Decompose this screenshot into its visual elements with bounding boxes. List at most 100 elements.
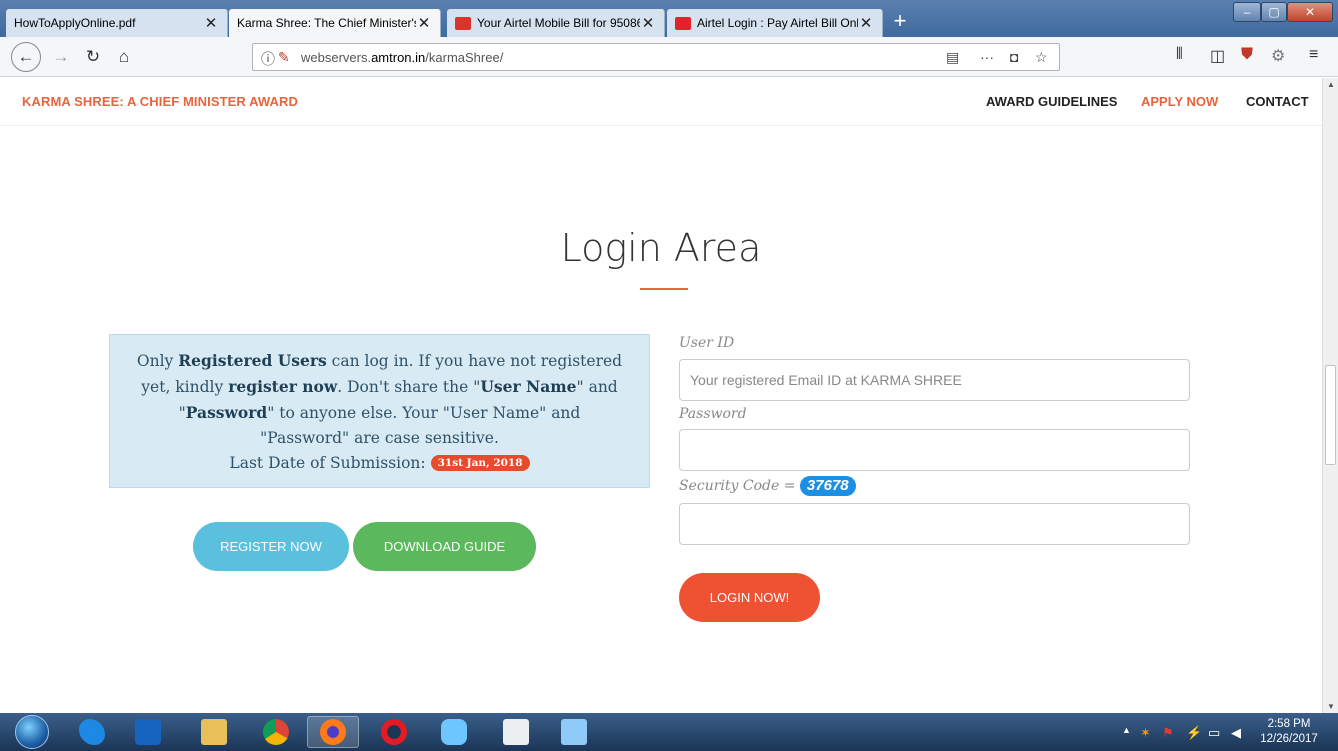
page-actions-icon[interactable]: ··· xyxy=(980,49,994,65)
sidebar-icon[interactable]: ◫ xyxy=(1210,46,1225,66)
close-icon[interactable]: ✕ xyxy=(416,14,432,32)
scroll-up-icon[interactable]: ▲ xyxy=(1323,80,1338,89)
home-icon[interactable]: ⌂ xyxy=(111,44,137,70)
new-tab-icon[interactable]: + xyxy=(887,9,913,35)
library-icon[interactable]: ⫴ xyxy=(1176,46,1183,64)
site-brand[interactable]: KARMA SHREE: A CHIEF MINISTER AWARD xyxy=(22,94,298,109)
folder-icon xyxy=(201,719,227,745)
notice-box: Only Registered Users can log in. If you… xyxy=(109,334,650,488)
nav-apply-now[interactable]: APPLY NOW xyxy=(1141,94,1218,109)
tab-airtel-login[interactable]: Airtel Login : Pay Airtel Bill Onli ✕ xyxy=(667,9,883,37)
extension-icon[interactable]: ⚙ xyxy=(1271,46,1285,66)
url-prefix: webservers. xyxy=(301,50,372,65)
tray-app-icon[interactable]: ✶ xyxy=(1140,725,1151,741)
page-scrollbar[interactable]: ▲ ▼ xyxy=(1322,78,1338,713)
nav-award-guidelines[interactable]: AWARD GUIDELINES xyxy=(986,94,1117,109)
chrome-icon xyxy=(263,719,289,745)
tab-title: Airtel Login : Pay Airtel Bill Onli xyxy=(697,16,858,30)
taskbar-firefox[interactable] xyxy=(307,716,359,748)
bookmark-star-icon[interactable]: ☆ xyxy=(1035,49,1048,66)
forward-icon[interactable]: → xyxy=(48,44,74,70)
notice-bold: register now xyxy=(228,377,338,396)
security-code-label: Security Code = 37678 xyxy=(679,476,856,496)
internet-explorer-icon xyxy=(79,719,105,745)
action-center-flag-icon[interactable]: ⚑ xyxy=(1162,725,1174,741)
notice-bold: User Name xyxy=(480,377,577,396)
pocket-icon[interactable]: ◘ xyxy=(1010,49,1018,65)
clock[interactable]: 2:58 PM 12/26/2017 xyxy=(1252,717,1326,747)
url-domain: amtron.in xyxy=(371,50,426,65)
url-bar[interactable]: ⓘ ✎ webservers.amtron.in/karmaShree/ ▤ ·… xyxy=(252,43,1060,71)
user-id-label: User ID xyxy=(679,335,735,351)
password-input[interactable] xyxy=(679,429,1190,471)
taskbar-chrome[interactable] xyxy=(250,716,302,748)
close-icon[interactable]: ✕ xyxy=(203,14,219,32)
scroll-down-icon[interactable]: ▼ xyxy=(1323,702,1338,711)
password-label: Password xyxy=(679,406,747,422)
page-title: Login Area xyxy=(560,226,762,270)
url-path: /karmaShree/ xyxy=(425,50,504,65)
dolphin-icon xyxy=(441,719,467,745)
volume-icon[interactable]: ◀ xyxy=(1231,725,1241,741)
deadline-badge: 31st Jan, 2018 xyxy=(430,455,530,471)
tab-title: HowToApplyOnline.pdf xyxy=(14,16,136,30)
firefox-icon xyxy=(320,719,346,745)
menu-icon[interactable]: ≡ xyxy=(1309,46,1318,64)
taskbar-media-player[interactable] xyxy=(122,716,174,748)
notice-bold: Password xyxy=(185,403,268,422)
reload-icon[interactable]: ↻ xyxy=(80,44,106,70)
power-icon[interactable]: ⚡ xyxy=(1186,725,1202,741)
notice-text: Only xyxy=(136,352,179,370)
register-now-button[interactable]: REGISTER NOW xyxy=(193,522,349,571)
tab-karma-shree[interactable]: Karma Shree: The Chief Minister's A ✕ xyxy=(229,9,441,37)
taskbar-notepad[interactable] xyxy=(548,716,600,748)
security-code-input[interactable] xyxy=(679,503,1190,545)
notice-text: " to anyone else. Your "User Name" and "… xyxy=(260,404,581,447)
insecure-lock-icon[interactable]: ✎ xyxy=(278,49,290,66)
notice-text: . Don't share the " xyxy=(337,378,481,396)
maximize-icon[interactable]: ▢ xyxy=(1261,2,1287,22)
notepad-icon xyxy=(561,719,587,745)
minimize-icon[interactable]: – xyxy=(1233,2,1261,22)
user-id-input[interactable] xyxy=(679,359,1190,401)
tab-title: Your Airtel Mobile Bill for 95086 xyxy=(477,16,640,30)
download-guide-button[interactable]: DOWNLOAD GUIDE xyxy=(353,522,536,571)
mail-icon xyxy=(455,16,471,30)
browser-navbar: ← → ↻ ⌂ ⓘ ✎ webservers.amtron.in/karmaSh… xyxy=(0,37,1338,77)
login-now-button[interactable]: LOGIN NOW! xyxy=(679,573,820,622)
security-code-label-text: Security Code = xyxy=(679,478,796,494)
close-window-icon[interactable]: ✕ xyxy=(1287,2,1333,22)
info-icon[interactable]: ⓘ xyxy=(261,49,275,69)
clock-time: 2:58 PM xyxy=(1267,718,1311,730)
nav-contact[interactable]: CONTACT xyxy=(1246,94,1309,109)
media-player-icon xyxy=(135,719,161,745)
scroll-thumb[interactable] xyxy=(1325,365,1336,465)
back-icon[interactable]: ← xyxy=(11,42,41,72)
clock-date: 12/26/2017 xyxy=(1260,733,1318,745)
taskbar-explorer[interactable] xyxy=(188,716,240,748)
tab-title: Karma Shree: The Chief Minister's A xyxy=(237,16,416,30)
taskbar-opera[interactable] xyxy=(368,716,420,748)
taskbar-clipboard[interactable] xyxy=(490,716,542,748)
opera-icon xyxy=(381,719,407,745)
title-divider xyxy=(640,288,688,290)
browser-tab-strip: HowToApplyOnline.pdf ✕ Karma Shree: The … xyxy=(0,0,1338,37)
web-page: KARMA SHREE: A CHIEF MINISTER AWARD AWAR… xyxy=(0,78,1322,713)
close-icon[interactable]: ✕ xyxy=(640,14,656,32)
security-code-badge: 37678 xyxy=(799,476,856,496)
taskbar-ie[interactable] xyxy=(66,716,118,748)
reader-view-icon[interactable]: ▤ xyxy=(946,49,959,66)
close-icon[interactable]: ✕ xyxy=(858,14,874,32)
show-hidden-icons-icon[interactable]: ▲ xyxy=(1122,725,1131,735)
windows-taskbar: ▲ ✶ ⚑ ⚡ ▭ ◀ 2:58 PM 12/26/2017 xyxy=(0,713,1338,751)
taskbar-app-dolphin[interactable] xyxy=(428,716,480,748)
network-icon[interactable]: ▭ xyxy=(1208,725,1220,741)
clipboard-icon xyxy=(503,719,529,745)
ublock-shield-icon[interactable]: ⛊ xyxy=(1241,46,1253,64)
tab-pdf[interactable]: HowToApplyOnline.pdf ✕ xyxy=(6,9,228,37)
site-header: KARMA SHREE: A CHIEF MINISTER AWARD AWAR… xyxy=(0,78,1322,126)
url-text: webservers.amtron.in/karmaShree/ xyxy=(301,50,503,65)
start-button[interactable] xyxy=(15,715,49,749)
notice-bold: Registered Users xyxy=(178,351,327,370)
tab-airtel-bill[interactable]: Your Airtel Mobile Bill for 95086 ✕ xyxy=(447,9,665,37)
